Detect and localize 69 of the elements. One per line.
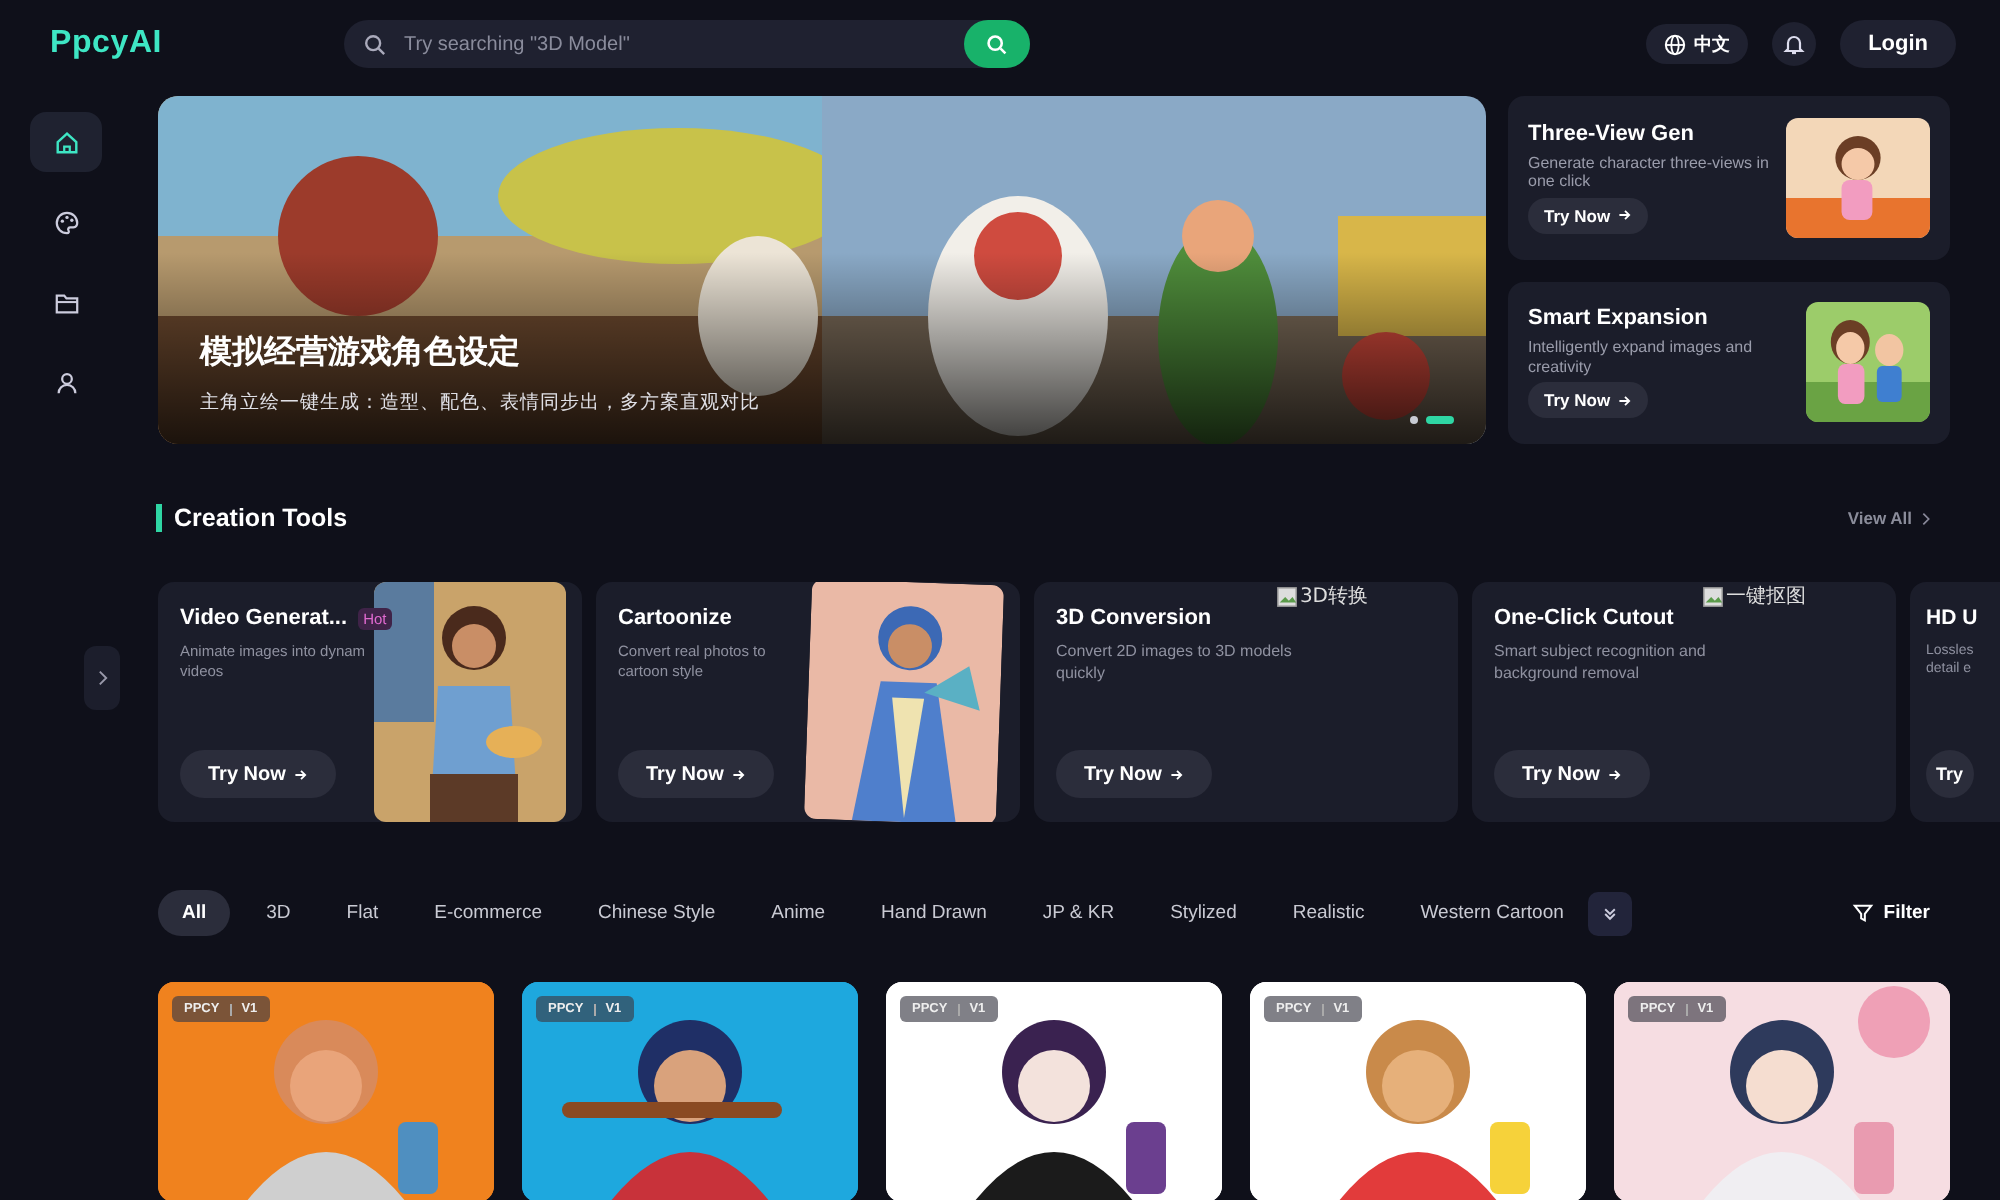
chevron-right-icon xyxy=(97,670,107,686)
tool-title: Video Generat... xyxy=(180,606,348,630)
globe-icon xyxy=(1664,33,1687,55)
hero-banner[interactable]: 模拟经营游戏角色设定 主角立绘一键生成：造型、配色、表情同步出，多方案直观对比 xyxy=(158,96,1486,444)
feature-card[interactable]: Three-View Gen Generate character three-views in one click Try Now xyxy=(1508,96,1950,259)
section-title: Creation Tools xyxy=(156,504,348,532)
category-chip[interactable]: Anime xyxy=(751,890,846,936)
login-button[interactable]: Login xyxy=(1840,20,1956,68)
carousel-dot[interactable] xyxy=(1410,416,1418,424)
try-now-button[interactable]: Try Now xyxy=(1494,750,1650,798)
try-now-button[interactable]: Try Now xyxy=(180,750,336,798)
hero-title: 模拟经营游戏角色设定 xyxy=(200,332,522,374)
tool-description: Convert 2D images to 3D models quickly xyxy=(1056,642,1294,686)
view-all-link[interactable]: View All xyxy=(1847,508,1930,528)
broken-image: 一键抠图 xyxy=(1702,582,1806,610)
feature-description: Generate character three-views in one click xyxy=(1528,153,1771,192)
arrow-right-icon xyxy=(1607,767,1622,781)
search-icon xyxy=(986,33,1008,55)
feature-description: Intelligently expand images and creativity xyxy=(1528,338,1755,377)
feature-title: Smart Expansion xyxy=(1528,306,1710,331)
arrow-right-icon xyxy=(731,767,746,781)
filter-icon xyxy=(1851,902,1874,924)
bell-icon xyxy=(1782,32,1807,56)
try-now-button[interactable]: Try Now xyxy=(1528,197,1649,234)
hero-subtitle: 主角立绘一键生成：造型、配色、表情同步出，多方案直观对比 xyxy=(200,390,760,416)
category-chip[interactable]: Chinese Style xyxy=(577,890,736,936)
tool-title: One-Click Cutout xyxy=(1494,606,1674,630)
search-button[interactable] xyxy=(964,20,1030,68)
arrow-right-icon xyxy=(1618,393,1633,408)
double-chevron-down-icon xyxy=(1601,905,1618,921)
notifications-button[interactable] xyxy=(1772,22,1817,66)
folder-icon xyxy=(53,289,79,315)
sidebar-item[interactable] xyxy=(30,112,102,172)
tool-card[interactable]: One-Click Cutout Smart subject recognition and background removal Try Now 一键抠图 xyxy=(1472,582,1896,822)
tool-card[interactable]: 3D Conversion Convert 2D images to 3D models quickly Try Now 3D转换 xyxy=(1034,582,1458,822)
broken-image: 3D转换 xyxy=(1275,582,1368,610)
try-now-button[interactable]: Try Now xyxy=(618,750,774,798)
home-icon xyxy=(53,129,79,155)
feature-card[interactable]: Smart Expansion Intelligently expand images and creativity Try Now xyxy=(1508,281,1950,444)
user-icon xyxy=(53,369,79,395)
category-chip[interactable]: 3D xyxy=(246,890,311,936)
category-chip[interactable]: Flat xyxy=(326,890,399,936)
filter-button[interactable]: Filter xyxy=(1851,902,1950,924)
arrow-right-icon xyxy=(293,767,308,781)
arrow-right-icon xyxy=(1169,767,1184,781)
expand-button[interactable] xyxy=(1587,891,1632,935)
tool-description: Smart subject recognition and background removal xyxy=(1494,642,1708,686)
arrow-right-icon xyxy=(1618,208,1633,223)
category-chip[interactable]: Stylized xyxy=(1150,890,1257,936)
category-chip[interactable]: All xyxy=(158,890,231,936)
category-chip[interactable]: E-commerce xyxy=(414,890,562,936)
try-now-button[interactable]: Try xyxy=(1926,750,1974,798)
language-button[interactable]: 中文 xyxy=(1646,24,1749,64)
try-now-button[interactable]: Try Now xyxy=(1528,382,1649,419)
palette-icon xyxy=(53,209,79,235)
tool-title: Cartoonize xyxy=(618,606,732,630)
logo[interactable]: PpcyAI xyxy=(50,26,344,62)
tool-title: HD U xyxy=(1926,606,1978,630)
search-icon xyxy=(364,34,386,56)
broken-image-icon xyxy=(1275,585,1298,607)
category-chip[interactable]: JP & KR xyxy=(1022,890,1135,936)
category-chip[interactable]: Hand Drawn xyxy=(861,890,1007,936)
chevron-right-icon xyxy=(1922,511,1930,525)
category-chip[interactable]: Realistic xyxy=(1272,890,1385,936)
broken-image-icon xyxy=(1702,585,1724,607)
tool-title: 3D Conversion xyxy=(1056,606,1212,630)
feature-title: Three-View Gen xyxy=(1528,121,1696,146)
category-chip[interactable]: Western Cartoon xyxy=(1400,890,1584,936)
try-now-button[interactable]: Try Now xyxy=(1056,750,1212,798)
